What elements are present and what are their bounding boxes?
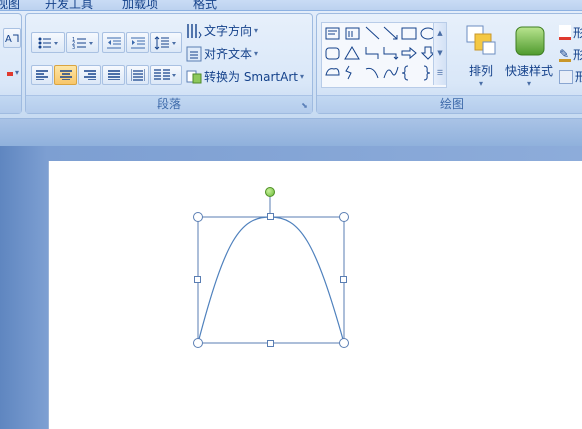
increase-indent-button[interactable] [126,32,149,53]
align-left-icon [36,70,48,80]
shape-outline-button[interactable]: ✎ 形 [559,46,582,63]
bullets-button[interactable] [31,32,65,53]
resize-handle-bottom-right[interactable] [339,338,349,348]
shapes-gallery-icons [325,26,436,81]
text-direction-label: 文字方向 [204,24,253,38]
resize-handle-top-left[interactable] [193,212,203,222]
dialog-launcher-icon[interactable]: ⬊ [300,101,309,110]
quick-styles-button[interactable]: 快速样式 ▾ [503,22,555,94]
resize-handle-bottom-left[interactable] [193,338,203,348]
gallery-more-icon[interactable]: ☰ [434,63,446,83]
columns-icon [154,69,176,80]
arrange-icon [466,25,496,55]
align-left-button[interactable] [31,65,53,85]
svg-text:3: 3 [72,45,75,50]
chevron-down-icon: ▾ [254,26,259,35]
align-center-button[interactable] [54,65,77,85]
resize-handle-bottom[interactable] [267,340,274,347]
smartart-icon [186,70,202,83]
font-group-clipped: A ▾ [0,13,22,114]
selection-frame [197,216,345,344]
align-right-button[interactable] [78,65,101,85]
svg-text:A: A [5,34,12,45]
columns-button[interactable] [150,65,182,85]
arrange-label: 排列 [468,64,493,78]
tab-format[interactable]: 格式 [193,0,217,10]
ribbon-gap-bar [0,119,582,146]
align-text-button[interactable]: 对齐文本 ▾ [186,45,258,62]
numbering-button[interactable]: 123 [66,32,99,53]
dialog-launcher-icon[interactable] [575,101,582,110]
shape-outline-label: 形 [573,48,582,62]
justify-icon [107,70,120,80]
tab-developer[interactable]: 开发工具 [45,0,93,10]
paragraph-group-label: 段落 [26,95,312,113]
chevron-down-icon: ▾ [254,49,259,58]
font-group-label [0,95,21,113]
align-right-icon [83,70,96,80]
resize-handle-right[interactable] [340,276,347,283]
tab-view[interactable]: 视图 [0,0,20,10]
font-color-bar [7,72,13,76]
shapes-gallery[interactable]: ▲ ▼ ☰ [321,22,447,88]
increase-indent-icon [130,37,145,48]
chevron-down-icon: ▾ [478,79,483,88]
line-spacing-icon [154,35,176,50]
distribute-button[interactable] [126,65,149,85]
drawing-group-label: 绘图 [317,95,582,113]
resize-handle-top[interactable] [267,213,274,220]
shape-fill-label: 形 [573,26,582,40]
quick-styles-icon [515,26,545,56]
arrange-button[interactable]: 排列 ▾ [459,22,503,94]
resize-handle-left[interactable] [194,276,201,283]
ribbon-tab-strip: 视图 开发工具 加载项 格式 [0,0,582,11]
chevron-down-icon: ▾ [299,72,304,81]
line-spacing-button[interactable] [150,32,182,53]
shape-effects-label: 形 [575,70,582,84]
align-text-label: 对齐文本 [204,47,253,61]
justify-button[interactable] [102,65,125,85]
bullets-icon [38,37,58,48]
scroll-down-icon[interactable]: ▼ [434,43,446,63]
font-size-icon[interactable]: A [3,28,21,48]
text-direction-icon [187,23,202,38]
quick-styles-label: 快速样式 [504,64,553,78]
scroll-up-icon[interactable]: ▲ [434,23,446,43]
shape-outline-icon: ✎ [559,47,571,62]
shape-fill-icon [559,25,571,40]
numbering-icon: 123 [72,37,93,50]
rotate-handle[interactable] [265,187,275,197]
decrease-indent-button[interactable] [102,32,125,53]
shape-fill-button[interactable]: 形 [559,24,582,41]
tab-addins[interactable]: 加载项 [122,0,158,10]
chevron-down-icon[interactable]: ▾ [15,68,19,77]
distribute-icon [130,69,145,81]
shape-effects-icon [559,69,573,84]
bell-curve-shape[interactable] [197,216,345,344]
convert-smartart-label: 转换为 SmartArt [204,70,298,84]
decrease-indent-icon [106,37,121,48]
selected-shape[interactable] [185,180,355,355]
paragraph-group: 123 文字方向 ▾ 对齐文本 ▾ 转换为 SmartArt ▾ 段落 ⬊ [25,13,313,114]
text-direction-button[interactable]: 文字方向 ▾ [186,22,258,39]
align-text-icon [186,46,202,61]
shape-effects-button[interactable]: 形 [559,68,582,85]
ribbon: A ▾ 123 文字方向 ▾ 对齐文本 ▾ 转换为 SmartArt ▾ 段落 … [0,11,582,119]
align-center-icon [59,70,72,80]
resize-handle-top-right[interactable] [339,212,349,222]
convert-smartart-button[interactable]: 转换为 SmartArt ▾ [186,68,304,85]
gallery-scrollbar[interactable]: ▲ ▼ ☰ [433,23,446,85]
drawing-group: ▲ ▼ ☰ 排列 ▾ 快速样式 ▾ 形 ✎ 形 形 绘图 [316,13,582,114]
chevron-down-icon: ▾ [526,79,531,88]
